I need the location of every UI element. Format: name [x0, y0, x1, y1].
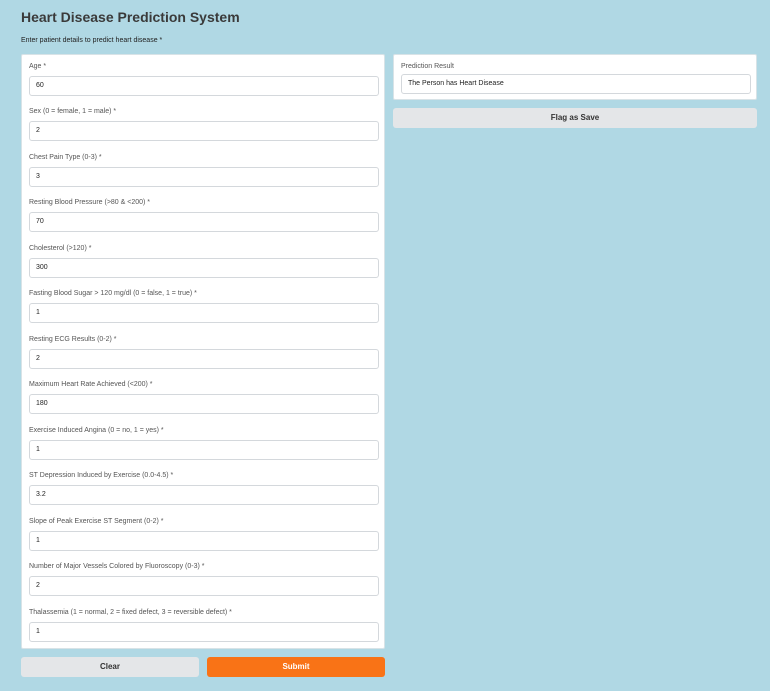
patient-form: Age * 60 Sex (0 = female, 1 = male) * 2 … [21, 54, 385, 649]
field-chest-pain: Chest Pain Type (0-3) * 3 [29, 153, 379, 187]
exercise-angina-input[interactable]: 1 [29, 440, 379, 460]
thalassemia-input[interactable]: 1 [29, 622, 379, 642]
field-label: ST Depression Induced by Exercise (0.0-4… [29, 472, 174, 479]
field-label: Resting Blood Pressure (>80 & <200) * [29, 199, 151, 206]
chest-pain-input[interactable]: 3 [29, 167, 379, 187]
field-fasting-blood-sugar: Fasting Blood Sugar > 120 mg/dl (0 = fal… [29, 289, 379, 323]
sex-input[interactable]: 2 [29, 121, 379, 141]
field-label: Age * [29, 63, 47, 70]
field-major-vessels: Number of Major Vessels Colored by Fluor… [29, 562, 379, 596]
field-st-slope: Slope of Peak Exercise ST Segment (0-2) … [29, 517, 379, 551]
field-st-depression: ST Depression Induced by Exercise (0.0-4… [29, 471, 379, 505]
field-exercise-angina: Exercise Induced Angina (0 = no, 1 = yes… [29, 426, 379, 460]
field-label: Thalassemia (1 = normal, 2 = fixed defec… [29, 609, 232, 616]
fasting-blood-sugar-input[interactable]: 1 [29, 303, 379, 323]
page-title: Heart Disease Prediction System [21, 9, 240, 25]
field-label: Resting ECG Results (0-2) * [29, 336, 117, 343]
field-label: Sex (0 = female, 1 = male) * [29, 108, 117, 115]
field-label: Fasting Blood Sugar > 120 mg/dl (0 = fal… [29, 290, 197, 297]
prediction-result-panel: Prediction Result The Person has Heart D… [393, 54, 757, 100]
field-resting-bp: Resting Blood Pressure (>80 & <200) * 70 [29, 198, 379, 232]
prediction-result-output[interactable]: The Person has Heart Disease [401, 74, 751, 94]
cholesterol-input[interactable]: 300 [29, 258, 379, 278]
st-depression-input[interactable]: 3.2 [29, 485, 379, 505]
field-label: Exercise Induced Angina (0 = no, 1 = yes… [29, 427, 164, 434]
resting-ecg-input[interactable]: 2 [29, 349, 379, 369]
field-label: Slope of Peak Exercise ST Segment (0-2) … [29, 518, 164, 525]
flag-as-save-button[interactable]: Flag as Save [393, 108, 757, 128]
field-thalassemia: Thalassemia (1 = normal, 2 = fixed defec… [29, 608, 379, 642]
field-sex: Sex (0 = female, 1 = male) * 2 [29, 107, 379, 141]
field-label: Maximum Heart Rate Achieved (<200) * [29, 381, 153, 388]
prediction-result-label: Prediction Result [401, 63, 454, 70]
st-slope-input[interactable]: 1 [29, 531, 379, 551]
major-vessels-input[interactable]: 2 [29, 576, 379, 596]
field-max-heart-rate: Maximum Heart Rate Achieved (<200) * 180 [29, 380, 379, 414]
field-label: Chest Pain Type (0-3) * [29, 154, 102, 161]
field-age: Age * 60 [29, 62, 379, 96]
field-resting-ecg: Resting ECG Results (0-2) * 2 [29, 335, 379, 369]
clear-button[interactable]: Clear [21, 657, 199, 677]
max-heart-rate-input[interactable]: 180 [29, 394, 379, 414]
field-cholesterol: Cholesterol (>120) * 300 [29, 244, 379, 278]
page-subtitle: Enter patient details to predict heart d… [21, 37, 163, 44]
field-label: Cholesterol (>120) * [29, 245, 92, 252]
age-input[interactable]: 60 [29, 76, 379, 96]
submit-button[interactable]: Submit [207, 657, 385, 677]
field-label: Number of Major Vessels Colored by Fluor… [29, 563, 205, 570]
resting-bp-input[interactable]: 70 [29, 212, 379, 232]
